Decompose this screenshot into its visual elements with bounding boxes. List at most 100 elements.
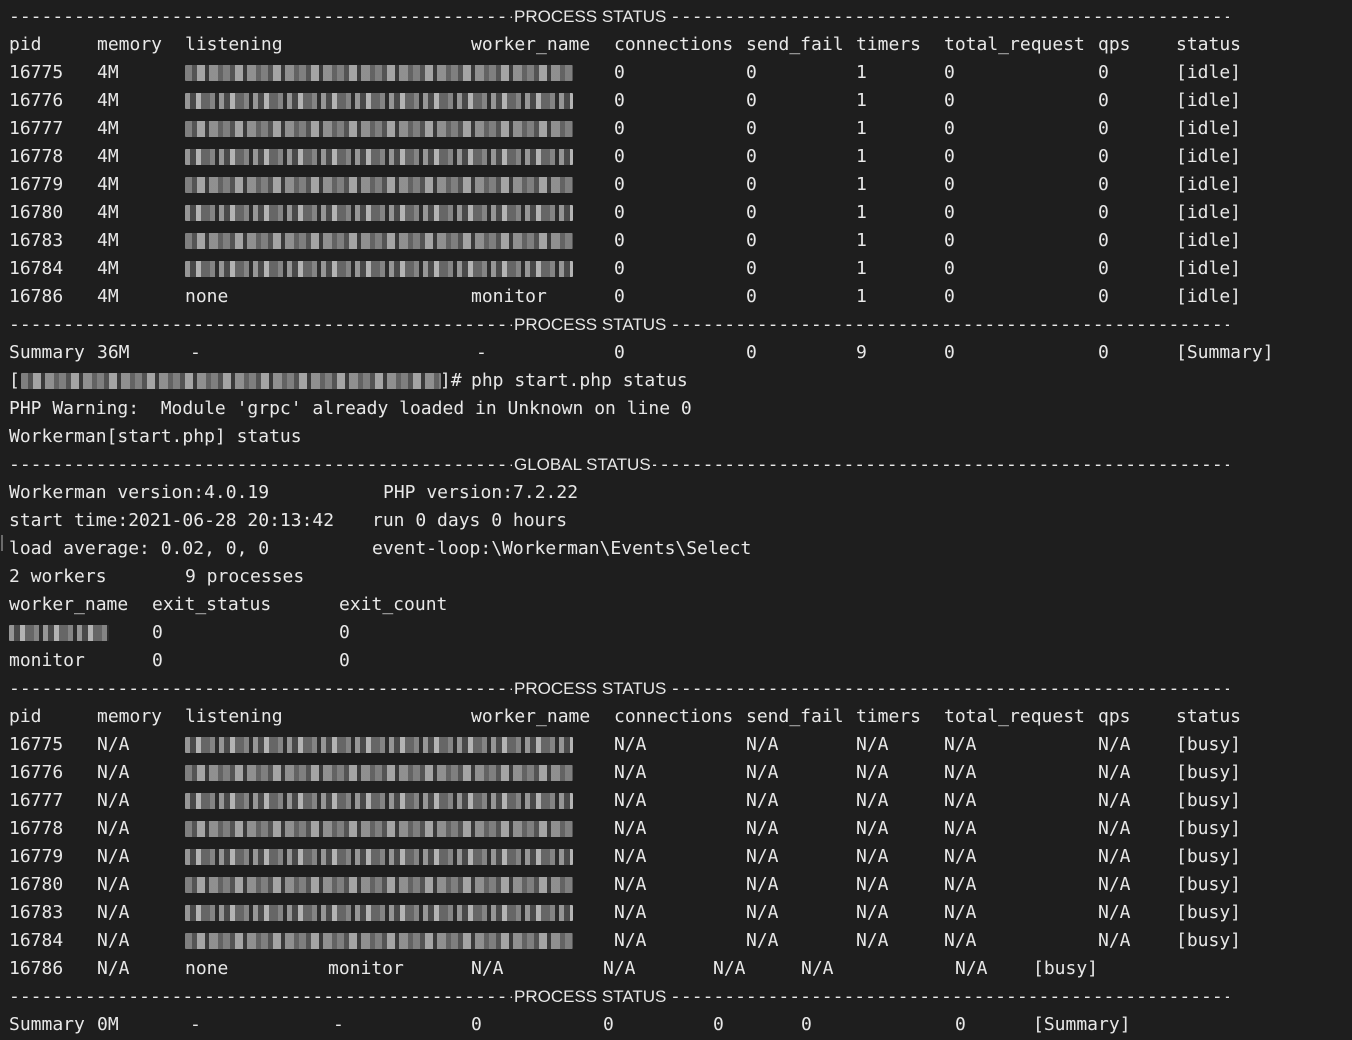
memory-cell: 4M xyxy=(97,258,119,279)
connections-cell: N/A xyxy=(614,902,647,923)
process-row: 16776 N/A N/A N/A N/A N/A N/A [busy] xyxy=(0,759,1352,787)
total-request-cell: 0 xyxy=(944,62,955,83)
process-status-separator: ----------------------------------------… xyxy=(0,3,1352,31)
redacted-listening-worker xyxy=(185,821,573,837)
qps-cell: N/A xyxy=(1098,930,1131,951)
send-fail-cell: N/A xyxy=(603,958,636,979)
header-total-request: total_request xyxy=(944,34,1085,55)
terminal-window[interactable]: ----------------------------------------… xyxy=(0,0,1352,1040)
summary-memory: 36M xyxy=(97,342,130,363)
status-cell: [idle] xyxy=(1176,174,1242,195)
timers-cell: 1 xyxy=(856,118,867,139)
summary-connections: 0 xyxy=(614,342,625,363)
left-edge-marker xyxy=(1,535,3,551)
redacted-listening-worker xyxy=(185,877,573,893)
connections-cell: N/A xyxy=(614,818,647,839)
memory-cell: 4M xyxy=(97,174,119,195)
memory-cell: N/A xyxy=(97,790,130,811)
process-row: 16778 4M 0 0 1 0 0 [idle] xyxy=(0,143,1352,171)
process-status-separator: ----------------------------------------… xyxy=(0,311,1352,339)
connections-cell: N/A xyxy=(614,762,647,783)
connections-cell: 0 xyxy=(614,146,625,167)
send-fail-cell: 0 xyxy=(746,90,757,111)
timers-cell: 1 xyxy=(856,286,867,307)
qps-cell: N/A xyxy=(1098,762,1131,783)
total-request-cell: 0 xyxy=(944,174,955,195)
send-fail-cell: 0 xyxy=(746,118,757,139)
process-row: 16778 N/A N/A N/A N/A N/A N/A [busy] xyxy=(0,815,1352,843)
total-request-cell: 0 xyxy=(944,230,955,251)
process-row: 16779 4M 0 0 1 0 0 [idle] xyxy=(0,171,1352,199)
header-exit-count: exit_count xyxy=(339,594,448,615)
workerman-status-text: Workerman[start.php] status xyxy=(9,426,302,447)
php-warning-text: PHP Warning: Module 'grpc' already loade… xyxy=(9,398,692,419)
send-fail-cell: 0 xyxy=(746,62,757,83)
redacted-listening-worker xyxy=(185,233,573,249)
status-cell: [idle] xyxy=(1176,62,1242,83)
qps-cell: 0 xyxy=(1098,202,1109,223)
pid-cell: 16776 xyxy=(9,762,64,783)
summary-worker-name: - xyxy=(333,1014,344,1035)
header-status: status xyxy=(1176,706,1242,727)
timers-cell: N/A xyxy=(856,930,889,951)
separator-line: ----------------------------------------… xyxy=(9,3,1229,31)
total-request-cell: N/A xyxy=(944,846,977,867)
prompt-bracket-close: ]# xyxy=(440,370,462,391)
status-cell: [busy] xyxy=(1176,846,1242,867)
timers-cell: N/A xyxy=(856,790,889,811)
connections-cell: 0 xyxy=(614,230,625,251)
redacted-listening-worker xyxy=(185,205,573,221)
separator-line: ----------------------------------------… xyxy=(9,311,1229,339)
summary-qps: 0 xyxy=(1098,342,1109,363)
send-fail-cell: N/A xyxy=(746,818,779,839)
shell-command: php start.php status xyxy=(471,370,688,391)
pid-cell: 16775 xyxy=(9,734,64,755)
php-warning-line: PHP Warning: Module 'grpc' already loade… xyxy=(0,395,1352,423)
send-fail-cell: N/A xyxy=(746,762,779,783)
header-memory: memory xyxy=(97,34,163,55)
exit-row: monitor 0 0 xyxy=(0,647,1352,675)
pid-cell: 16783 xyxy=(9,902,64,923)
connections-cell: 0 xyxy=(614,258,625,279)
pid-cell: 16783 xyxy=(9,230,64,251)
timers-cell: 1 xyxy=(856,202,867,223)
header-send-fail: send_fail xyxy=(746,706,844,727)
header-qps: qps xyxy=(1098,34,1131,55)
header-pid: pid xyxy=(9,706,42,727)
status-cell: [busy] xyxy=(1176,902,1242,923)
global-load-line: load average: 0.02, 0, 0 event-loop:\Work… xyxy=(0,535,1352,563)
send-fail-cell: N/A xyxy=(746,874,779,895)
pid-cell: 16777 xyxy=(9,118,64,139)
redacted-listening-worker xyxy=(185,65,573,81)
send-fail-cell: 0 xyxy=(746,202,757,223)
send-fail-cell: 0 xyxy=(746,258,757,279)
summary-send-fail: 0 xyxy=(746,342,757,363)
pid-cell: 16776 xyxy=(9,90,64,111)
process-row: 16783 4M 0 0 1 0 0 [idle] xyxy=(0,227,1352,255)
separator-title: PROCESS STATUS xyxy=(512,3,669,31)
memory-cell: N/A xyxy=(97,762,130,783)
summary-listening: - xyxy=(190,1014,201,1035)
memory-cell: N/A xyxy=(97,846,130,867)
total-request-cell: N/A xyxy=(944,930,977,951)
summary-timers: 0 xyxy=(713,1014,724,1035)
send-fail-cell: N/A xyxy=(746,930,779,951)
connections-cell: N/A xyxy=(614,846,647,867)
global-workers-line: 2 workers 9 processes xyxy=(0,563,1352,591)
memory-cell: 4M xyxy=(97,62,119,83)
connections-cell: 0 xyxy=(614,174,625,195)
pid-cell: 16780 xyxy=(9,874,64,895)
send-fail-cell: N/A xyxy=(746,734,779,755)
exit-count: 0 xyxy=(339,650,350,671)
qps-cell: N/A xyxy=(1098,790,1131,811)
qps-cell: 0 xyxy=(1098,62,1109,83)
header-total-request: total_request xyxy=(944,706,1085,727)
processes-count: 9 processes xyxy=(185,566,305,587)
global-version-line: Workerman version:4.0.19 PHP version:7.2.… xyxy=(0,479,1352,507)
workerman-status-line: Workerman[start.php] status xyxy=(0,423,1352,451)
status-cell: [busy] xyxy=(1176,818,1242,839)
status-cell: [busy] xyxy=(1176,790,1242,811)
php-version: PHP version:7.2.22 xyxy=(383,482,579,503)
summary-row: Summary 36M - - 0 0 9 0 0 [Summary] xyxy=(0,339,1352,367)
process-row: 16775 N/A N/A N/A N/A N/A N/A [busy] xyxy=(0,731,1352,759)
